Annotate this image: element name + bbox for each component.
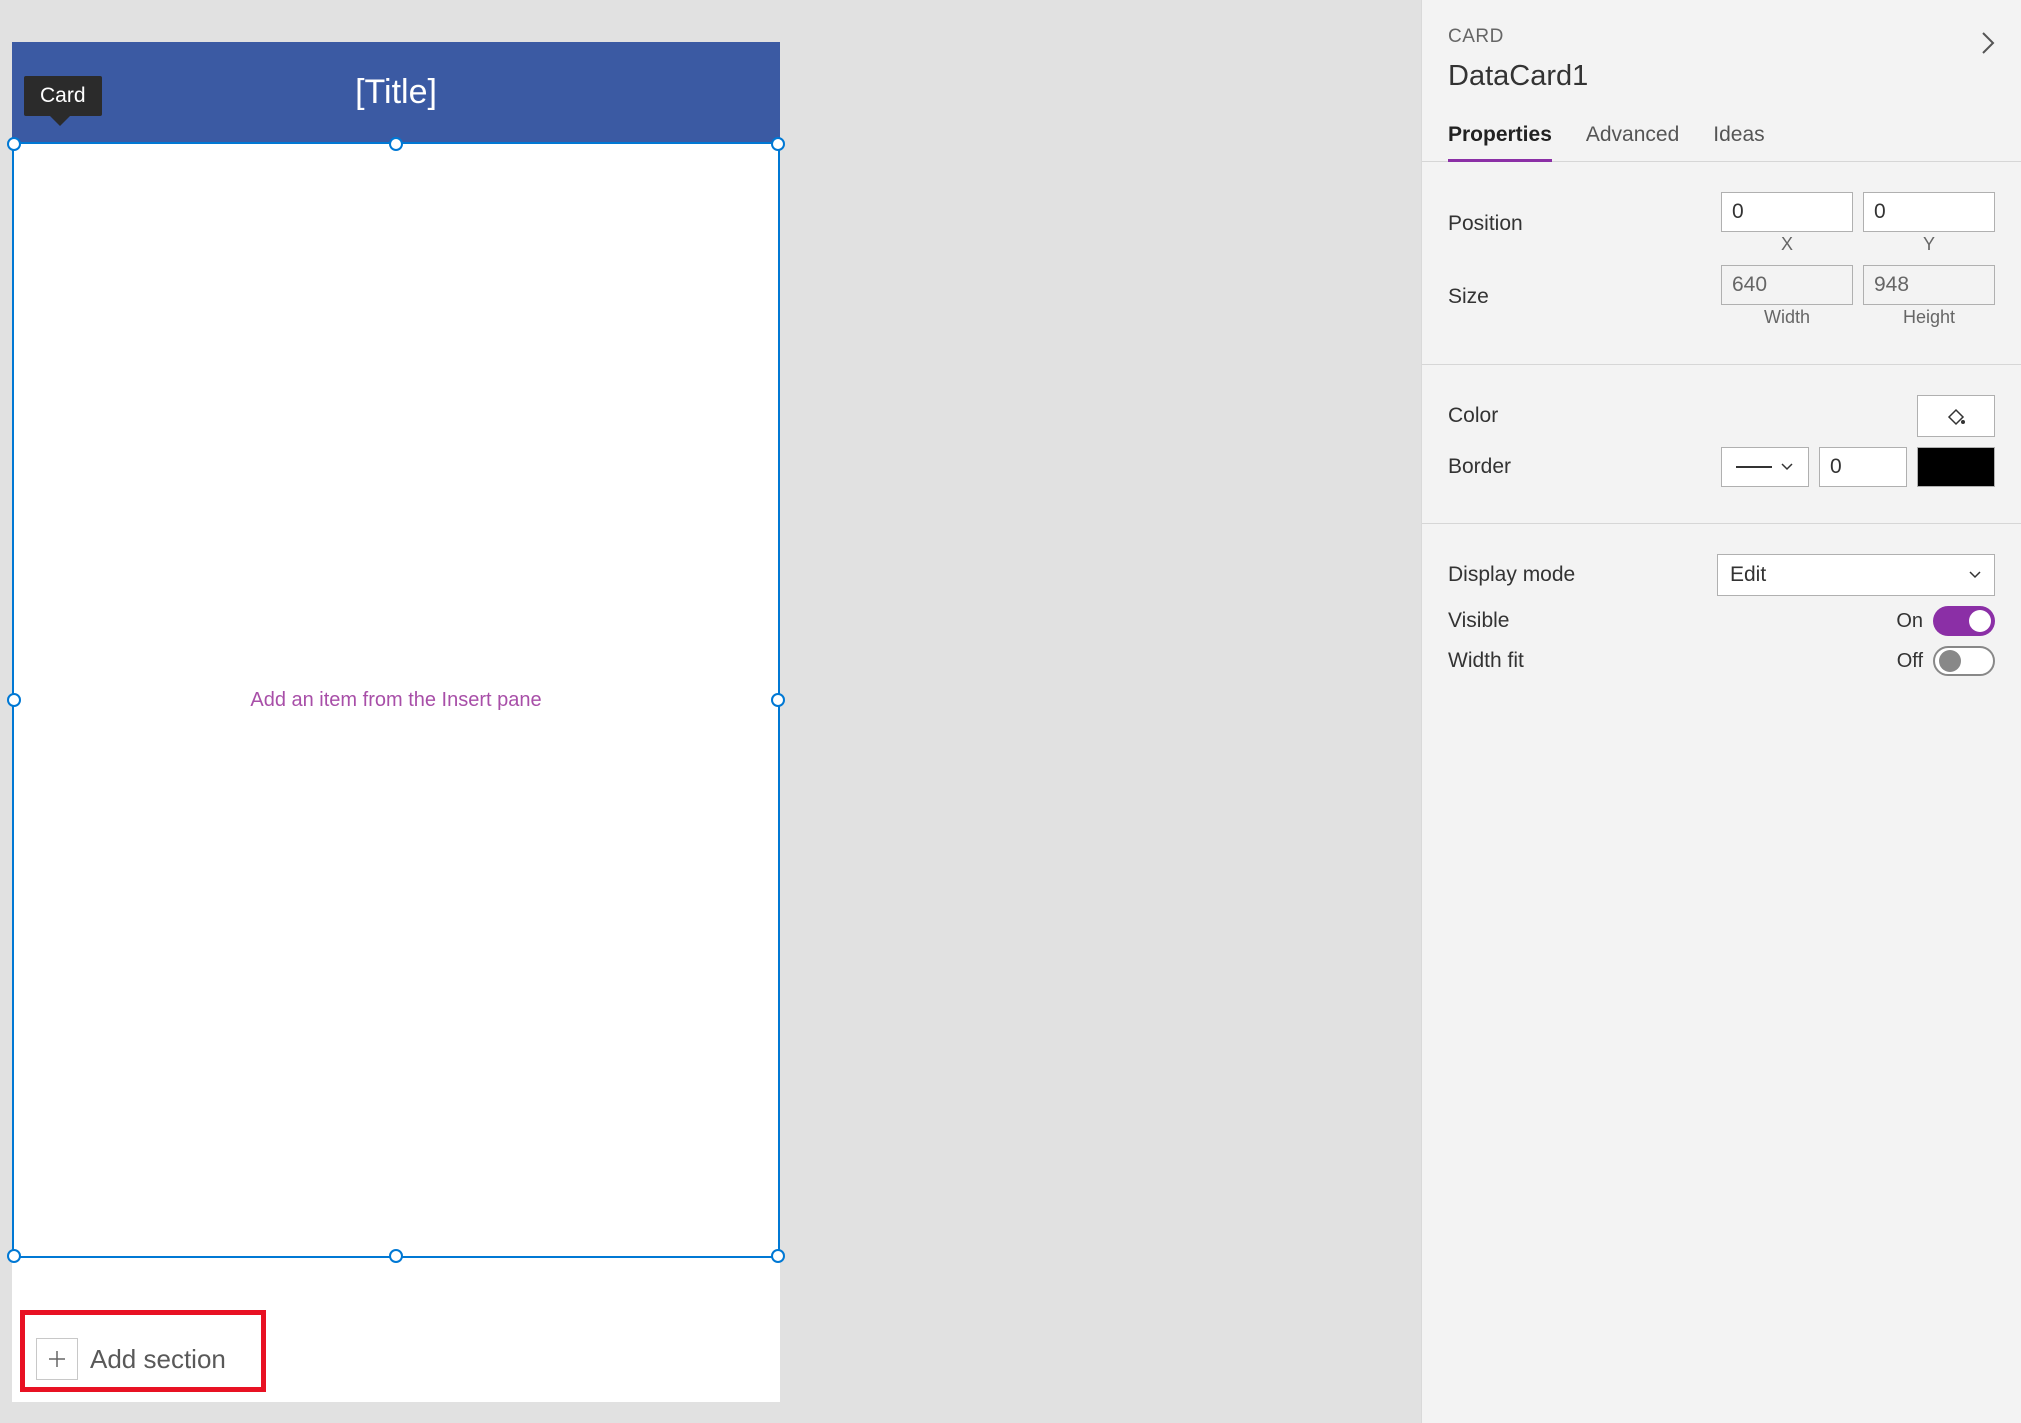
visible-toggle[interactable] bbox=[1933, 606, 1995, 636]
border-width-input[interactable] bbox=[1819, 447, 1907, 487]
size-label: Size bbox=[1448, 285, 1489, 309]
chevron-down-icon bbox=[1780, 460, 1794, 474]
plus-icon bbox=[36, 1338, 78, 1380]
position-y-input[interactable] bbox=[1863, 192, 1995, 232]
card-header[interactable]: [Title] bbox=[12, 42, 780, 142]
position-label: Position bbox=[1448, 212, 1523, 236]
size-width-input[interactable] bbox=[1721, 265, 1853, 305]
tab-properties[interactable]: Properties bbox=[1448, 113, 1552, 161]
tabs: Properties Advanced Ideas bbox=[1422, 113, 2021, 162]
width-fit-toggle[interactable] bbox=[1933, 646, 1995, 676]
card-container[interactable]: [Title] Add an item from the Insert pane… bbox=[12, 42, 780, 1402]
border-color-swatch[interactable] bbox=[1917, 447, 1995, 487]
width-fit-state-text: Off bbox=[1897, 650, 1923, 673]
visible-state-text: On bbox=[1896, 610, 1923, 633]
tooltip-card: Card bbox=[24, 76, 102, 116]
canvas-area[interactable]: [Title] Add an item from the Insert pane… bbox=[0, 0, 1421, 1423]
width-fit-label: Width fit bbox=[1448, 649, 1524, 673]
tab-advanced[interactable]: Advanced bbox=[1586, 113, 1679, 161]
border-style-preview bbox=[1736, 466, 1772, 468]
insert-hint: Add an item from the Insert pane bbox=[250, 689, 541, 712]
card-title: [Title] bbox=[355, 73, 437, 112]
size-width-sublabel: Width bbox=[1721, 307, 1853, 328]
card-body[interactable]: Add an item from the Insert pane bbox=[12, 142, 780, 1258]
tooltip-label: Card bbox=[40, 84, 86, 107]
chevron-down-icon bbox=[1968, 568, 1982, 582]
object-name: DataCard1 bbox=[1448, 60, 1995, 93]
chevron-right-icon bbox=[1979, 30, 1997, 56]
size-height-sublabel: Height bbox=[1863, 307, 1995, 328]
border-label: Border bbox=[1448, 455, 1511, 479]
collapse-panel-button[interactable] bbox=[1977, 32, 1999, 54]
color-picker-button[interactable] bbox=[1917, 395, 1995, 437]
position-x-sublabel: X bbox=[1721, 234, 1853, 255]
visible-label: Visible bbox=[1448, 609, 1509, 633]
color-label: Color bbox=[1448, 404, 1498, 428]
position-x-input[interactable] bbox=[1721, 192, 1853, 232]
add-section-label: Add section bbox=[90, 1344, 226, 1375]
object-kind-label: CARD bbox=[1448, 26, 1995, 48]
display-mode-value: Edit bbox=[1730, 563, 1766, 587]
paint-bucket-icon bbox=[1944, 404, 1968, 428]
tab-ideas[interactable]: Ideas bbox=[1713, 113, 1764, 161]
properties-panel: CARD DataCard1 Properties Advanced Ideas… bbox=[1421, 0, 2021, 1423]
border-style-dropdown[interactable] bbox=[1721, 447, 1809, 487]
position-y-sublabel: Y bbox=[1863, 234, 1995, 255]
display-mode-label: Display mode bbox=[1448, 563, 1575, 587]
display-mode-select[interactable]: Edit bbox=[1717, 554, 1995, 596]
size-height-input[interactable] bbox=[1863, 265, 1995, 305]
add-section-button[interactable]: Add section bbox=[36, 1338, 226, 1380]
